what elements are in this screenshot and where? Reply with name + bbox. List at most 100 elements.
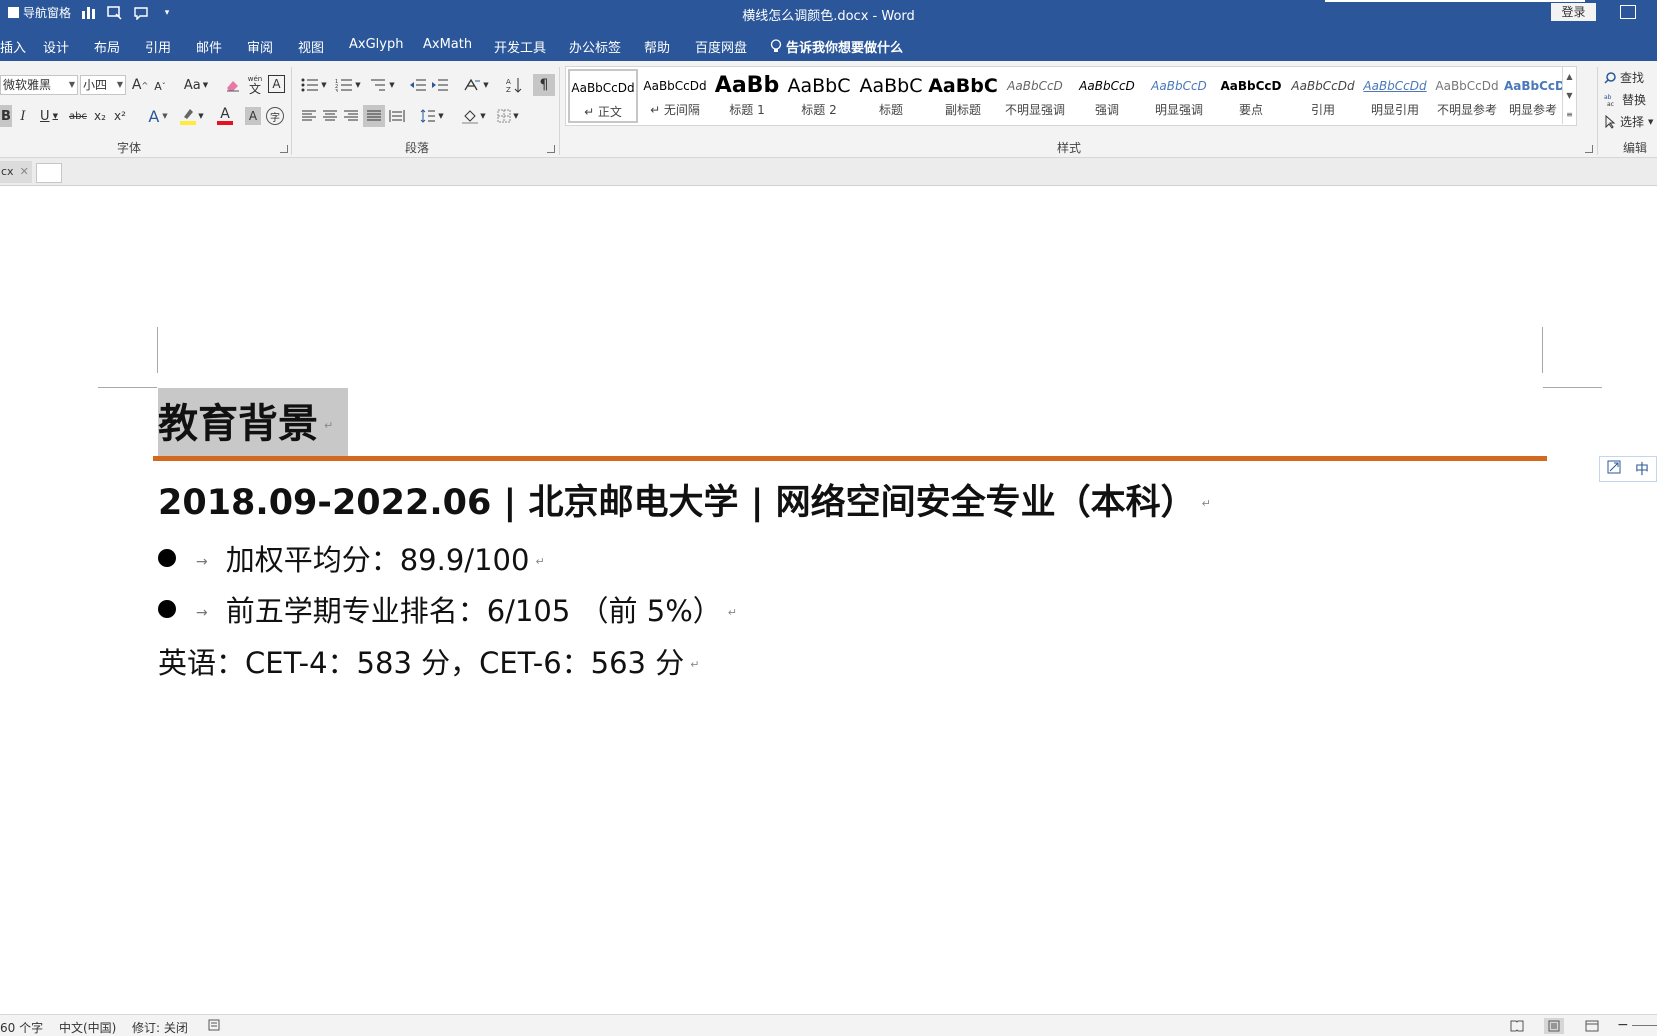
shading-button[interactable]: ▼ [460,106,488,126]
tab-baidu-netdisk[interactable]: 百度网盘 [695,37,747,56]
style-heading-1[interactable]: AaBb 标题 1 [712,69,782,123]
style-quote[interactable]: AaBbCcDd 引用 [1288,69,1358,123]
chinese-layout-button[interactable]: ▼ [462,75,490,95]
zoom-slider-track[interactable] [1632,1025,1657,1026]
character-shading-button[interactable]: A [245,107,261,125]
english-scores-line[interactable]: 英语：CET-4：583 分，CET-6：563 分 ↵ [158,643,699,685]
enclose-characters-button[interactable]: 字 [266,107,284,125]
gallery-scroll-down-icon[interactable]: ▼ [1562,86,1576,105]
section-heading[interactable]: 教育背景 ↵ [158,396,348,454]
style-intense-emphasis[interactable]: AaBbCcD 明显强调 [1144,69,1214,123]
font-family-combo[interactable]: 微软雅黑 ▼ [0,75,78,95]
style-title[interactable]: AaBbC 标题 [856,69,926,123]
line-spacing-button[interactable]: ▼ [418,106,446,126]
bold-button[interactable]: B [0,105,12,127]
heading-underline-rule[interactable] [153,456,1547,461]
clear-format-button[interactable] [224,75,242,95]
paragraph-dialog-launcher-icon[interactable] [547,145,555,153]
style-subtitle[interactable]: AaBbC 副标题 [928,69,998,123]
underline-button[interactable]: U ▼ [35,105,63,127]
sign-in-button[interactable]: 登录 [1551,3,1596,21]
strikethrough-button[interactable]: abc [68,105,88,127]
distributed-button[interactable] [388,106,406,126]
phonetic-guide-button[interactable]: wén 文 [246,73,264,95]
increase-indent-button[interactable] [430,75,450,95]
heading-selection[interactable]: 教育背景 ↵ [158,388,348,460]
align-center-button[interactable] [321,106,339,126]
document-canvas[interactable]: 教育背景 ↵ 2018.09-2022.06 | 北京邮电大学 | 网络空间安全专… [0,186,1657,994]
style-emphasis[interactable]: AaBbCcD 强调 [1072,69,1142,123]
style-intense-quote[interactable]: AaBbCcDd 明显引用 [1360,69,1430,123]
tell-me-search[interactable]: 告诉我你想要做什么 [770,37,903,56]
tab-office-tabs[interactable]: 办公标签 [569,37,621,56]
align-right-button[interactable] [342,106,360,126]
find-button[interactable]: 查找 [1604,69,1644,86]
enclose-characters-label: 字 [270,112,280,124]
grow-font-button[interactable]: A ^ [131,75,149,95]
replace-button[interactable]: ab ac 替换 [1604,91,1646,108]
font-color-button[interactable]: A [211,105,239,127]
bullets-button[interactable]: ▼ [300,75,328,95]
ribbon-display-options-icon[interactable] [1620,5,1636,19]
tab-developer[interactable]: 开发工具 [494,37,546,56]
character-border-button[interactable]: A [268,75,285,93]
select-button[interactable]: 选择 ▼ [1604,113,1653,130]
document-tab[interactable]: cx ✕ [0,161,32,183]
tab-axglyph[interactable]: AxGlyph [349,37,403,52]
subscript-button[interactable]: x₂ [92,105,108,127]
change-case-button[interactable]: Aa ▼ [181,75,211,95]
show-marks-button[interactable]: ¶ [533,74,555,96]
style-sample: AaBb [714,73,780,98]
font-dialog-launcher-icon[interactable] [280,145,288,153]
style-heading-2[interactable]: AaBbC 标题 2 [784,69,854,123]
ime-mode-indicator[interactable]: 中 [1635,459,1649,479]
word-count[interactable]: 60 个字 [0,1019,43,1036]
gallery-scroll-up-icon[interactable]: ▲ [1562,67,1576,86]
style-subtle-emphasis[interactable]: AaBbCcD 不明显强调 [1000,69,1070,123]
style-normal[interactable]: AaBbCcDd ↵ 正文 [568,69,638,123]
tab-layout[interactable]: 布局 [94,37,120,56]
font-size-combo[interactable]: 小四 ▼ [80,75,126,95]
styles-dialog-launcher-icon[interactable] [1585,145,1593,153]
borders-button[interactable]: ▼ [494,106,522,126]
tab-axmath[interactable]: AxMath [423,37,472,52]
tab-insert[interactable]: 插入 [0,37,26,56]
shrink-font-button[interactable]: Aˇ [152,77,168,95]
new-tab-button[interactable] [36,163,62,183]
tab-references[interactable]: 引用 [145,37,171,56]
highlight-button[interactable]: ▼ [178,105,206,127]
justify-button[interactable] [363,105,385,127]
chevron-down-icon[interactable]: ▼ [117,76,123,94]
web-layout-icon[interactable] [1582,1018,1602,1034]
close-icon[interactable]: ✕ [20,165,29,178]
zoom-out-button[interactable]: − [1617,1017,1629,1033]
style-no-spacing[interactable]: AaBbCcDd ↵ 无间隔 [640,69,710,123]
numbering-button[interactable]: 1 2 3 ▼ [333,75,363,95]
bullet-item-gpa[interactable]: → 加权平均分：89.9/100 ↵ [158,540,545,582]
tab-review[interactable]: 审阅 [247,37,273,56]
decrease-indent-button[interactable] [408,75,428,95]
tab-mailings[interactable]: 邮件 [196,37,222,56]
gallery-more-icon[interactable]: ≡ [1562,105,1576,124]
style-intense-reference[interactable]: AaBbCcDd 明显参考 [1504,69,1562,123]
bullet-item-ranking[interactable]: → 前五学期专业排名：6/105 （前 5%） ↵ [158,591,737,633]
text-effects-button[interactable]: A ▼ [144,105,172,127]
superscript-button[interactable]: x² [112,105,128,127]
ime-tool-icon[interactable] [1607,460,1621,478]
tab-view[interactable]: 视图 [298,37,324,56]
multilevel-list-button[interactable]: ▼ [368,75,396,95]
tab-help[interactable]: 帮助 [644,37,670,56]
education-entry-line[interactable]: 2018.09-2022.06 | 北京邮电大学 | 网络空间安全专业（本科） ↵ [158,480,1211,527]
sort-button[interactable]: AZ [504,75,524,95]
italic-button[interactable]: I [15,105,31,127]
track-changes-status[interactable]: 修订: 关闭 [132,1019,188,1036]
read-mode-icon[interactable] [1507,1018,1527,1034]
language-indicator[interactable]: 中文(中国) [59,1019,116,1036]
tab-design[interactable]: 设计 [43,37,69,56]
print-layout-icon[interactable] [1544,1018,1564,1034]
chevron-down-icon[interactable]: ▼ [69,76,75,94]
macro-icon[interactable] [208,1019,220,1034]
style-strong[interactable]: AaBbCcD 要点 [1216,69,1286,123]
align-left-button[interactable] [300,106,318,126]
style-subtle-reference[interactable]: AaBbCcDd 不明显参考 [1432,69,1502,123]
